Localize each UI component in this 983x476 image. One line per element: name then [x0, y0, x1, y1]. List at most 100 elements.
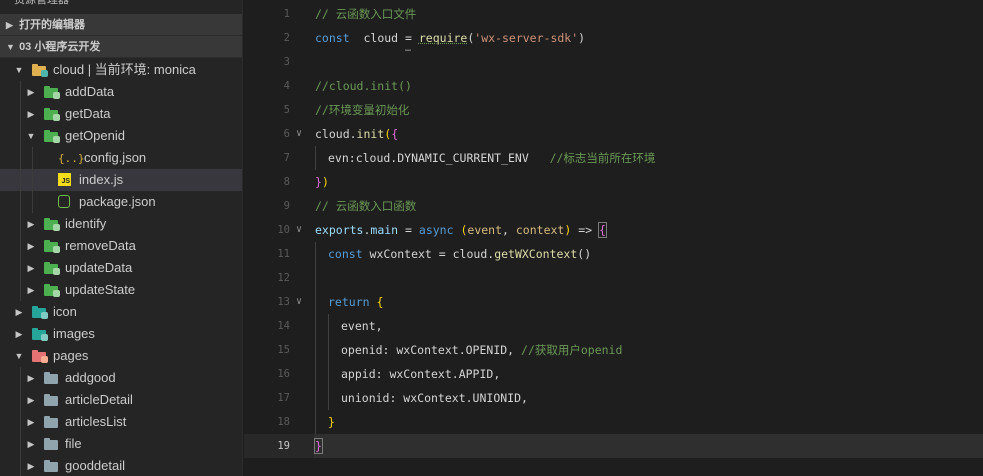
indent-guide [315, 266, 316, 290]
code-line[interactable]: 10 ∨ exports.main = async (event, context)… [244, 218, 983, 242]
code-line[interactable]: 15 openid: wxContext.OPENID, //获取用户openid [244, 338, 983, 362]
explorer-title: 资源管理器 [14, 0, 69, 6]
indent-guide [20, 125, 21, 147]
fold-chevron-icon[interactable]: ∨ [296, 218, 302, 242]
tree-item[interactable]: ▶ identify [0, 213, 242, 235]
tree-item[interactable]: ▼ cloud | 当前环境: monica [0, 59, 242, 81]
line-number: 7 [283, 152, 290, 164]
code-line[interactable]: 8}) [244, 170, 983, 194]
chevron-right-icon[interactable]: ▶ [26, 235, 36, 257]
indent-guide [20, 279, 21, 301]
indent-guide [20, 257, 21, 279]
code-line[interactable]: 9 // 云函数入口函数 [244, 194, 983, 218]
line-number: 6 [283, 128, 290, 140]
chevron-right-icon[interactable]: ▶ [26, 213, 36, 235]
code-token: // 云函数入口函数 [315, 199, 417, 213]
tree-item[interactable]: ▶ icon [0, 301, 242, 323]
indent-guide [20, 169, 21, 191]
code-line[interactable]: 18} [244, 410, 983, 434]
folder-icon [32, 306, 48, 319]
chevron-right-icon[interactable]: ▶ [14, 301, 24, 323]
indent-guide [20, 455, 21, 476]
tree-item[interactable]: ▶ articlesList [0, 411, 242, 433]
folder-icon [44, 416, 58, 428]
indent-guide [20, 235, 21, 257]
folder-icon [32, 350, 48, 363]
chevron-right-icon[interactable]: ▶ [26, 455, 36, 476]
indent-guide [32, 169, 33, 191]
code-text: //环境变量初始化 [315, 98, 409, 122]
javascript-file-icon: JS [58, 173, 72, 186]
code-line[interactable]: 11 const wxContext = cloud.getWXContext() [244, 242, 983, 266]
tree-item[interactable]: package.json [0, 191, 242, 213]
tree-item[interactable]: ▶ file [0, 433, 242, 455]
tree-item[interactable]: ▶ addData [0, 81, 242, 103]
code-line[interactable]: 3 [244, 50, 983, 74]
code-text: cloud.init({ [315, 122, 398, 146]
tree-item-label: config.json [84, 150, 147, 165]
cloud-function-folder-icon [44, 262, 60, 275]
chevron-right-icon[interactable]: ▶ [14, 323, 24, 345]
line-number: 17 [277, 392, 290, 404]
tree-item[interactable]: ▶ images [0, 323, 242, 345]
code-line[interactable]: 13 ∨ return { [244, 290, 983, 314]
chevron-right-icon[interactable]: ▶ [26, 411, 36, 433]
code-line[interactable]: 16 appid: wxContext.APPID, [244, 362, 983, 386]
indent-guide [328, 338, 329, 362]
tree-item[interactable]: ▶ getData [0, 103, 242, 125]
code-text: //cloud.init() [315, 74, 412, 98]
indent-guide [20, 411, 21, 433]
tree-item[interactable]: ▶ addgood [0, 367, 242, 389]
code-line[interactable]: 12 [244, 266, 983, 290]
tree-item-label: package.json [79, 194, 156, 209]
chevron-down-icon[interactable]: ▼ [14, 59, 24, 81]
code-line[interactable]: 17 unionid: wxContext.UNIONID, [244, 386, 983, 410]
chevron-right-icon[interactable]: ▶ [26, 279, 36, 301]
indent-guide [20, 213, 21, 235]
fold-chevron-icon[interactable]: ∨ [296, 290, 302, 314]
code-token: event, [341, 319, 383, 333]
chevron-right-icon[interactable]: ▶ [26, 367, 36, 389]
chevron-down-icon: ▼ [6, 42, 15, 52]
code-line[interactable]: 14 event, [244, 314, 983, 338]
code-line[interactable]: 19} [244, 434, 983, 458]
tree-item[interactable]: ▶ articleDetail [0, 389, 242, 411]
code-token: unionid: wxContext.UNIONID, [341, 391, 528, 405]
code-line[interactable]: 6 ∨ cloud.init({ [244, 122, 983, 146]
folder-icon [44, 438, 58, 450]
tree-item-label: icon [53, 304, 77, 319]
chevron-right-icon[interactable]: ▶ [26, 257, 36, 279]
code-line[interactable]: 4 //cloud.init() [244, 74, 983, 98]
line-number: 1 [283, 8, 290, 20]
tree-item[interactable]: ▼ getOpenid [0, 125, 242, 147]
tree-item[interactable]: ▼ pages [0, 345, 242, 367]
fold-chevron-icon[interactable]: ∨ [296, 122, 302, 146]
code-line[interactable]: 2 const cloud = require('wx-server-sdk') [244, 26, 983, 50]
code-line[interactable]: 1 // 云函数入口文件 [244, 2, 983, 26]
tree-item-label: removeData [65, 238, 136, 253]
code-editor[interactable]: 1 // 云函数入口文件 2 const cloud = require('wx-se… [244, 0, 983, 476]
project-section[interactable]: ▼ 03 小程序云开发 [0, 36, 242, 58]
indent-guide [20, 191, 21, 213]
tree-item[interactable]: JS index.js [0, 169, 242, 191]
chevron-down-icon[interactable]: ▼ [26, 125, 36, 147]
code-line[interactable]: 5 //环境变量初始化 [244, 98, 983, 122]
tree-item[interactable]: ▶ gooddetail [0, 455, 242, 476]
tree-item-label: updateData [65, 260, 133, 275]
tree-item[interactable]: {..} config.json [0, 147, 242, 169]
chevron-right-icon[interactable]: ▶ [26, 103, 36, 125]
tree-item-label: getOpenid [65, 128, 125, 143]
chevron-down-icon[interactable]: ▼ [14, 345, 24, 367]
code-token: const [328, 247, 363, 261]
chevron-right-icon[interactable]: ▶ [26, 433, 36, 455]
code-text: // 云函数入口函数 [315, 194, 416, 218]
chevron-right-icon[interactable]: ▶ [26, 81, 36, 103]
code-token: require [418, 31, 468, 45]
tree-item[interactable]: ▶ updateState [0, 279, 242, 301]
tree-item[interactable]: ▶ updateData [0, 257, 242, 279]
tree-item[interactable]: ▶ removeData [0, 235, 242, 257]
indent-guide [20, 433, 21, 455]
open-editors-section[interactable]: ▶ 打开的编辑器 [0, 14, 242, 36]
chevron-right-icon[interactable]: ▶ [26, 389, 36, 411]
code-line[interactable]: 7 evn:cloud.DYNAMIC_CURRENT_ENV //标志当前所在环… [244, 146, 983, 170]
